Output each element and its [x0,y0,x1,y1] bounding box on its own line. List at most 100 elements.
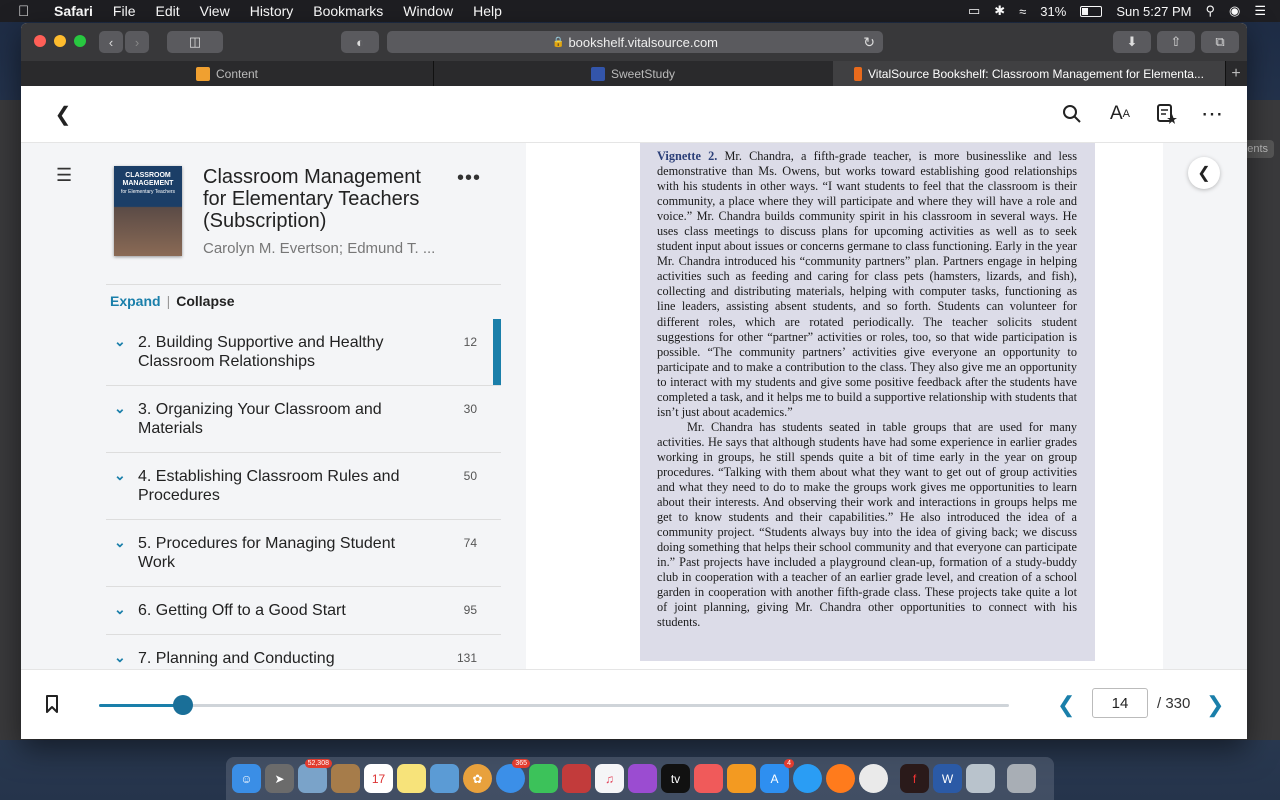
toc-item-page: 131 [456,651,477,665]
chevron-down-icon[interactable]: ⌄ [114,467,126,484]
preview-icon[interactable] [966,764,995,793]
address-bar[interactable]: 🔒 bookshelf.vitalsource.com ↻ [387,31,883,53]
new-tab-icon[interactable]: + [1225,61,1247,86]
tab-sweetstudy[interactable]: SweetStudy [433,61,834,86]
share-icon[interactable]: ⇧ [1157,31,1195,53]
apple-icon[interactable]:  [18,3,34,20]
tv-icon[interactable]: tv [661,764,690,793]
privacy-shield-icon[interactable]: ◐ [341,31,379,53]
facetime-icon[interactable] [529,764,558,793]
search-icon[interactable] [1060,102,1084,126]
podcasts-icon[interactable] [628,764,657,793]
app-store-icon[interactable]: A4 [760,759,794,793]
tab-overview-icon[interactable]: ⧉ [1201,31,1239,53]
next-page-icon[interactable]: ❯ [1206,692,1224,718]
back-arrow-icon[interactable]: ❮ [51,102,75,126]
chevron-down-icon[interactable]: ⌄ [114,601,126,618]
books-icon[interactable] [727,764,756,793]
title-bar: ‹ › ◫ ◐ 🔒 bookshelf.vitalsource.com ↻ ⬇ … [21,23,1247,61]
toc-item-label: 7. Planning and Conducting Instruction [138,650,335,667]
battery-icon[interactable] [1080,5,1103,17]
page-slider[interactable] [99,695,1009,715]
collapse-panel-button[interactable]: ❮ [1188,157,1220,189]
spotlight-search-icon[interactable]: ⚲ [1205,3,1215,19]
previous-page-icon[interactable]: ❮ [1057,692,1075,718]
vitalsource-favicon-icon [854,66,863,81]
messages-icon[interactable]: 365 [496,759,530,793]
contacts-icon[interactable] [331,764,360,793]
minimize-window-button[interactable] [54,35,66,47]
reload-icon[interactable]: ↻ [863,34,875,51]
calendar-icon[interactable]: 17 [364,764,393,793]
news-icon[interactable] [694,764,723,793]
clock[interactable]: Sun 5:27 PM [1116,4,1191,19]
text-size-icon[interactable]: AA [1108,102,1132,126]
back-icon[interactable]: ‹ [99,31,123,53]
firefox-icon[interactable] [826,764,855,793]
table-of-contents-icon[interactable]: ☰ [56,165,72,186]
expand-link[interactable]: Expand [110,293,161,309]
safari-window: ‹ › ◫ ◐ 🔒 bookshelf.vitalsource.com ↻ ⬇ … [21,23,1247,739]
menu-edit[interactable]: Edit [155,3,179,19]
page-slider-thumb[interactable] [172,695,193,715]
menu-help[interactable]: Help [473,3,502,19]
sweetstudy-favicon-icon [590,66,605,81]
forward-icon[interactable]: › [125,31,149,53]
menu-view[interactable]: View [200,3,230,19]
trash-icon[interactable] [1007,764,1036,793]
menu-bookmarks[interactable]: Bookmarks [313,3,383,19]
close-window-button[interactable] [34,35,46,47]
menu-window[interactable]: Window [403,3,453,19]
zoom-window-button[interactable] [74,35,86,47]
menu-app-name[interactable]: Safari [54,3,93,19]
study-tools-icon[interactable] [1155,102,1179,126]
menu-file[interactable]: File [113,3,136,19]
sidebar-toggle-icon[interactable]: ◫ [167,31,223,53]
tab-content[interactable]: Content [21,61,434,86]
reader-page: ❮ AA ⋯ ☰ CLASSROOM MANAGEMENT for Elemen… [21,86,1247,739]
music-icon[interactable]: ♫ [595,764,624,793]
toc-item[interactable]: ⌄ 4. Establishing Classroom Rules and Pr… [106,453,501,520]
chevron-down-icon[interactable]: ⌄ [114,400,126,417]
toc-item[interactable]: ⌄ 2. Building Supportive and Healthy Cla… [106,319,501,386]
book-page-scan: Vignette 2. Mr. Chandra, a fifth-grade t… [640,143,1095,661]
page-navigation-bar: ❮ / 330 ❯ [21,669,1247,739]
tab-vitalsource[interactable]: VitalSource Bookshelf: Classroom Managem… [833,61,1226,86]
menu-history[interactable]: History [250,3,294,19]
photos-icon[interactable]: ✿ [463,764,492,793]
toc-item[interactable]: ⌄ 5. Procedures for Managing Student Wor… [106,520,501,587]
book-more-icon[interactable]: ••• [457,167,481,190]
toc-item[interactable]: ⌄ 6. Getting Off to a Good Start 95 [106,587,501,635]
bookmark-icon[interactable] [45,695,59,713]
control-center-icon[interactable]: ☰ [1254,3,1266,19]
cover-title: CLASSROOM MANAGEMENT [122,172,174,187]
wifi-icon[interactable]: ≈ [1019,4,1026,19]
chevron-down-icon[interactable]: ⌄ [114,649,126,666]
battery-percent[interactable]: 31% [1040,4,1066,19]
maps-icon[interactable] [430,764,459,793]
more-options-icon[interactable]: ⋯ [1200,101,1224,126]
bluetooth-icon[interactable]: ✱ [994,3,1005,19]
notes-icon[interactable] [397,764,426,793]
safari-icon[interactable] [793,764,822,793]
collapse-link[interactable]: Collapse [176,293,234,309]
chrome-icon[interactable] [859,764,888,793]
toc-item[interactable]: ⌄ 7. Planning and Conducting Instruction… [106,635,501,669]
photo-app-icon[interactable]: 52,308 [298,759,332,793]
page-slider-fill [99,704,183,707]
word-icon[interactable]: W [933,764,962,793]
toc-item[interactable]: ⌄ 3. Organizing Your Classroom and Mater… [106,386,501,453]
cover-subtitle: for Elementary Teachers [120,189,176,195]
flash-icon[interactable]: f [900,764,929,793]
photo-booth-icon[interactable] [562,764,591,793]
chevron-down-icon[interactable]: ⌄ [114,333,126,350]
siri-icon[interactable]: ◉ [1229,3,1240,19]
chevron-down-icon[interactable]: ⌄ [114,534,126,551]
launchpad-icon[interactable]: ➤ [265,764,294,793]
chevron-left-icon: ❮ [1197,165,1211,182]
page-number-input[interactable] [1092,688,1148,718]
airplay-icon[interactable]: ▭ [968,3,980,19]
page-total: / 330 [1157,695,1191,712]
finder-icon[interactable]: ☺ [232,764,261,793]
downloads-icon[interactable]: ⬇ [1113,31,1151,53]
